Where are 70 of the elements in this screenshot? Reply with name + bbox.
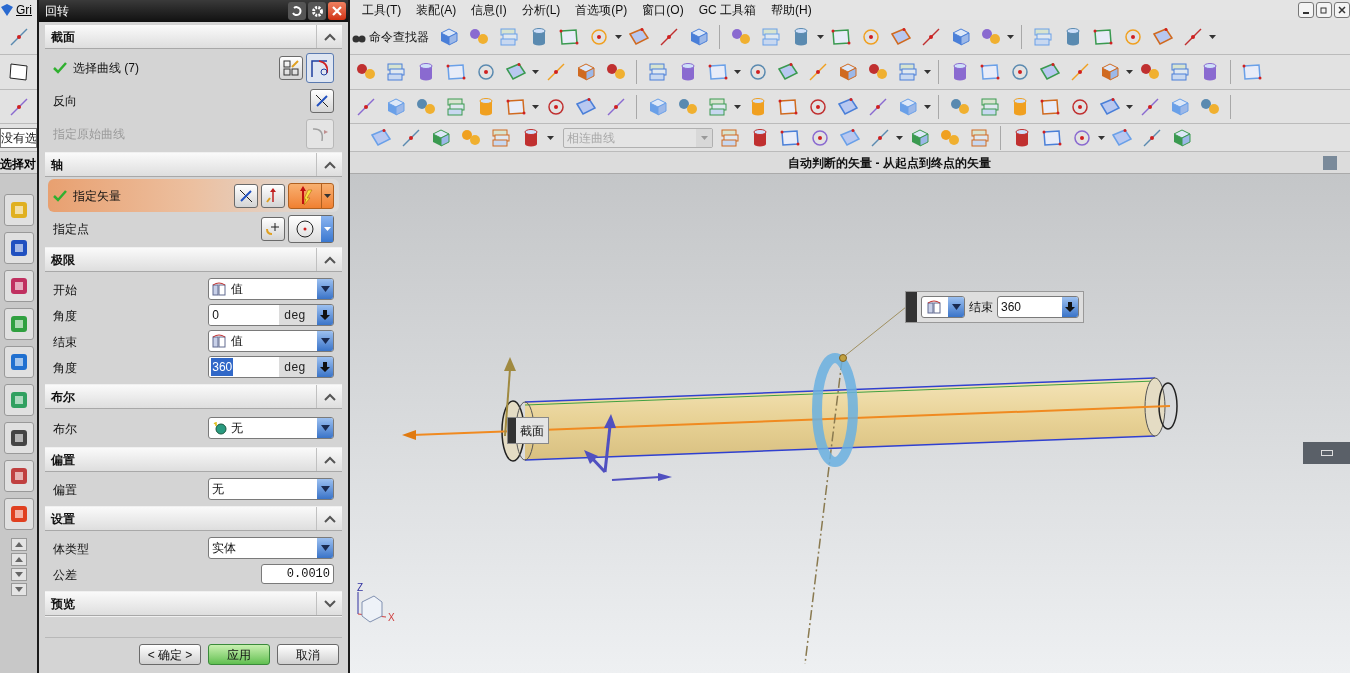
field-label: 公差	[53, 568, 77, 582]
expression-field[interactable]: 360 deg	[208, 356, 334, 378]
dropdown-value: 值	[231, 281, 244, 298]
section-title: 设置	[49, 510, 76, 528]
command-finder-label[interactable]: 命令查找器	[369, 28, 429, 46]
field-label: 指定点	[53, 220, 89, 238]
menu-item[interactable]: 窗口(O)	[642, 1, 684, 19]
field-label: 角度	[53, 309, 77, 323]
section-title: 偏置	[49, 451, 76, 469]
field-label: 反向	[53, 92, 77, 110]
menu-item[interactable]: GC 工具箱	[698, 1, 756, 19]
unit-label: deg	[283, 307, 307, 324]
unit-label: deg	[283, 359, 307, 376]
menu-item[interactable]: 装配(A)	[416, 1, 457, 19]
menu-item[interactable]: 工具(T)	[362, 1, 402, 19]
menu-item[interactable]: 分析(L)	[521, 1, 561, 19]
field-label: 指定矢量	[73, 187, 121, 205]
dropdown-field[interactable]: 值	[208, 330, 334, 352]
section-title: 极限	[50, 251, 76, 269]
menu-item[interactable]: 信息(I)	[471, 1, 507, 19]
selection-label: 选择对	[0, 156, 36, 171]
field-label: 角度	[53, 361, 77, 375]
axis-label: X	[388, 611, 395, 625]
expression-value: 360	[211, 358, 234, 376]
axis-label: Z	[357, 581, 364, 595]
section-title: 截面	[50, 28, 76, 46]
section-header[interactable]: 预览	[45, 592, 342, 616]
dropdown-field[interactable]: 无	[208, 417, 334, 439]
status-prompt: 自动判断的矢量 - 从起点到终点的矢量	[788, 154, 991, 172]
section-title: 布尔	[50, 388, 76, 406]
graphics-viewport[interactable]: Z X 截面 结束 360	[350, 174, 1350, 673]
field-label: 布尔	[53, 422, 77, 436]
field-label: 开始	[53, 283, 77, 297]
dialog-button[interactable]: < 确定 >	[139, 644, 201, 665]
number-field[interactable]: 0.0010	[261, 564, 334, 584]
dropdown-value: 值	[231, 333, 244, 350]
section-header[interactable]: 轴	[45, 153, 342, 177]
section-header[interactable]: 偏置	[45, 448, 342, 472]
popup-label: 结束	[969, 299, 993, 316]
section-header[interactable]: 截面	[45, 25, 342, 49]
selection-row[interactable]: 反向	[48, 84, 339, 117]
dialog-button[interactable]: 取消	[277, 644, 339, 665]
field-label: 结束	[53, 335, 77, 349]
field-label: 选择曲线 (7)	[73, 59, 139, 77]
field-label: 体类型	[53, 542, 89, 556]
dropdown-field[interactable]: 值	[208, 278, 334, 300]
active-selection-row[interactable]: 指定矢量	[48, 179, 339, 212]
field-label: 偏置	[53, 483, 77, 497]
menu-item[interactable]: 首选项(P)	[575, 1, 628, 19]
dialog-button[interactable]: 应用	[208, 644, 270, 665]
section-header[interactable]: 布尔	[45, 385, 342, 409]
section-title: 预览	[50, 595, 76, 613]
app-title: Gri	[16, 2, 32, 19]
selection-row[interactable]: 选择曲线 (7)	[48, 51, 339, 84]
expression-value: 0	[211, 307, 220, 324]
section-header[interactable]: 极限	[45, 248, 342, 272]
expression-field[interactable]: 0 deg	[208, 304, 334, 326]
dropdown-field[interactable]: 实体	[208, 537, 334, 559]
end-angle-field[interactable]: 360	[997, 296, 1079, 318]
dialog-title: 回转	[45, 3, 70, 20]
selection-filter-field[interactable]: 没有选	[0, 127, 37, 148]
section-title: 轴	[50, 156, 64, 174]
selection-row[interactable]: 指定点	[48, 212, 339, 245]
dropdown-value: 无	[231, 420, 244, 437]
dropdown-value: 无	[212, 481, 225, 498]
tag-label: 截面	[519, 422, 545, 440]
menu-item[interactable]: 帮助(H)	[771, 1, 812, 19]
section-header[interactable]: 设置	[45, 507, 342, 531]
dropdown-value: 实体	[212, 540, 237, 557]
dropdown-field[interactable]: 无	[208, 478, 334, 500]
